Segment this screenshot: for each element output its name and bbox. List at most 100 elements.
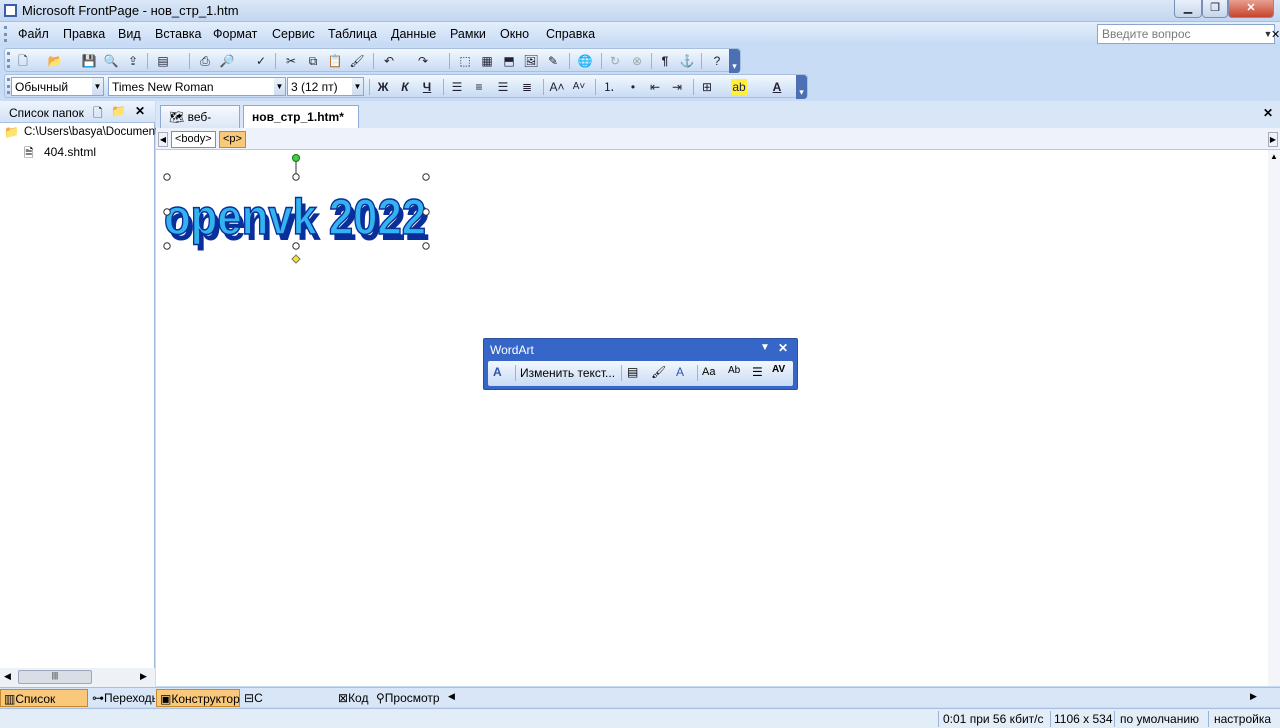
paste-icon[interactable]: 📋 [327, 53, 343, 69]
chevron-down-icon[interactable]: ▼ [92, 78, 103, 95]
scroll-left-icon[interactable]: ◀ [4, 671, 11, 682]
insert-picture-icon[interactable]: 🖼 [523, 53, 539, 69]
resize-handle[interactable] [163, 173, 171, 181]
save-icon[interactable]: 💾 [81, 53, 97, 69]
chevron-down-icon[interactable]: ▼ [274, 78, 285, 95]
style-select[interactable]: Обычный ▼ [11, 77, 104, 96]
scroll-right-icon[interactable]: ▶ [140, 671, 147, 682]
resize-handle[interactable] [163, 242, 171, 250]
borders-icon[interactable]: ⊞ [699, 79, 715, 95]
shrink-font-icon[interactable]: A˅ [571, 79, 587, 95]
insert-wordart-icon[interactable]: A [493, 365, 502, 379]
scroll-right-icon[interactable]: ▶ [1250, 691, 1257, 702]
close-icon[interactable]: ✕ [135, 104, 145, 118]
menu-edit[interactable]: Правка [63, 27, 105, 41]
design-canvas[interactable]: openvk 2022 openvk 2022 [156, 150, 1268, 686]
resize-handle[interactable] [292, 242, 300, 250]
menu-format[interactable]: Формат [213, 27, 257, 41]
numbering-icon[interactable]: ⒈ [601, 79, 617, 95]
scroll-left-icon[interactable]: ◀ [158, 132, 168, 147]
format-painter-icon[interactable]: 🖌 [349, 53, 365, 69]
edit-text-button[interactable]: Изменить текст... [520, 366, 615, 380]
increase-indent-icon[interactable]: ⇥ [669, 79, 685, 95]
web-component-icon[interactable]: ⬚ [457, 53, 473, 69]
folder-path[interactable]: C:\Users\basya\Document [24, 126, 158, 138]
refresh-icon[interactable]: ↻ [607, 53, 623, 69]
tag-body[interactable]: <body> [171, 131, 216, 148]
tab-document[interactable]: нов_стр_1.htm* [243, 105, 359, 128]
align-center-icon[interactable]: ≡ [471, 79, 487, 95]
toolbar-grip[interactable] [7, 78, 10, 94]
resize-handle[interactable] [292, 173, 300, 181]
scroll-up-icon[interactable]: ▲ [1270, 152, 1278, 161]
view-folders[interactable]: ▥Список папок [0, 689, 88, 720]
view-navigation[interactable]: ⊶Переходы [89, 689, 155, 707]
bullets-icon[interactable]: • [625, 79, 641, 95]
menu-frames[interactable]: Рамки [450, 27, 486, 41]
wordart-shape-icon[interactable]: A [676, 365, 684, 379]
menu-file[interactable]: Файл [18, 27, 49, 41]
new-page-icon[interactable]: 🗋 [93, 104, 103, 125]
chevron-down-icon[interactable]: ▼ [352, 78, 363, 95]
help-search-input[interactable]: Введите вопрос ▼ [1097, 24, 1275, 44]
font-select[interactable]: Times New Roman ▼ [108, 77, 286, 96]
italic-button[interactable]: К [397, 79, 413, 95]
drawing-icon[interactable]: ✎ [545, 53, 561, 69]
cut-icon[interactable]: ✂ [283, 53, 299, 69]
menu-table[interactable]: Таблица [328, 27, 377, 41]
toolbar-options-icon[interactable]: ▾ [729, 49, 740, 73]
grow-font-icon[interactable]: A˄ [549, 79, 565, 95]
scroll-right-icon[interactable]: ▶ [1268, 132, 1278, 147]
hyperlink-icon[interactable]: 🌐 [577, 53, 593, 69]
toolbar-options-icon[interactable]: ▾ [796, 75, 807, 99]
view-split[interactable]: ⊟С разделением [241, 689, 335, 719]
file-item[interactable]: 404.shtml [44, 145, 96, 159]
menu-tools[interactable]: Сервис [272, 27, 315, 41]
new-folder-icon[interactable]: 📁 [111, 104, 126, 118]
print-icon[interactable]: ⎙ [197, 53, 213, 69]
chevron-down-icon[interactable]: ▼ [760, 342, 770, 353]
resize-handle[interactable] [422, 208, 430, 216]
show-all-icon[interactable]: ¶ [657, 53, 673, 69]
char-spacing-icon[interactable]: AV [772, 364, 785, 375]
copy-icon[interactable]: ⧉ [305, 53, 321, 69]
menu-grip[interactable] [4, 26, 7, 42]
adjust-handle[interactable] [291, 254, 301, 264]
menu-insert[interactable]: Вставка [155, 27, 201, 41]
insert-layer-icon[interactable]: ⬒ [501, 53, 517, 69]
toolbar-grip[interactable] [7, 52, 10, 68]
view-code[interactable]: ⊠Код [335, 689, 373, 707]
minimize-button[interactable]: ▁ [1174, 0, 1202, 18]
status-default[interactable]: по умолчанию [1120, 712, 1199, 726]
stop-icon[interactable]: ⊗ [629, 53, 645, 69]
help-icon[interactable]: ? [709, 53, 725, 69]
font-size-select[interactable]: 3 (12 пт) ▼ [287, 77, 364, 96]
vertical-text-icon[interactable]: Ab [728, 365, 740, 376]
status-settings[interactable]: настройка [1214, 712, 1271, 726]
resize-handle[interactable] [422, 173, 430, 181]
search-icon[interactable]: 🔍 [103, 53, 119, 69]
close-button[interactable]: ✕ [1228, 0, 1274, 18]
gallery-icon[interactable]: ▤ [627, 365, 638, 379]
align-left-icon[interactable]: ☰ [449, 79, 465, 95]
publish-icon[interactable]: ⇪ [125, 53, 141, 69]
restore-button[interactable]: ❐ [1202, 0, 1228, 18]
menu-view[interactable]: Вид [118, 27, 141, 41]
font-color-icon[interactable]: A [769, 79, 785, 95]
alignment-icon[interactable]: ☰ [752, 365, 763, 379]
tab-website[interactable]: 🗺 веб-узел [160, 105, 240, 138]
menu-close-icon[interactable]: ✕ [1271, 28, 1280, 41]
tag-p[interactable]: <p> [219, 131, 246, 148]
toggle-pane-icon[interactable]: ▤ [155, 53, 171, 69]
vertical-scrollbar[interactable]: ▲ [1268, 150, 1280, 686]
rotate-handle[interactable] [292, 154, 300, 162]
open-icon[interactable]: 📂 [47, 53, 63, 69]
bookmark-icon[interactable]: ⚓ [679, 53, 695, 69]
same-height-icon[interactable]: Aa [702, 366, 715, 378]
horizontal-scrollbar[interactable]: ◀ ||| ▶ [0, 668, 155, 687]
decrease-indent-icon[interactable]: ⇤ [647, 79, 663, 95]
resize-handle[interactable] [422, 242, 430, 250]
close-icon[interactable]: ✕ [778, 341, 788, 355]
highlight-icon[interactable]: ab [731, 79, 747, 95]
menu-data[interactable]: Данные [391, 27, 436, 41]
